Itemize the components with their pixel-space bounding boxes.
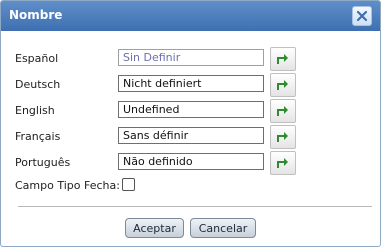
- input-english[interactable]: [118, 101, 264, 118]
- input-deutsch[interactable]: [118, 75, 264, 92]
- translate-button-deutsch[interactable]: [270, 73, 296, 97]
- translate-button-espanol[interactable]: [270, 47, 296, 71]
- input-portugues[interactable]: [118, 153, 264, 170]
- dialog-titlebar[interactable]: Nombre: [1, 1, 380, 31]
- label-portugues: Português: [15, 156, 71, 169]
- name-dialog: Nombre Español Deutsch English Français: [0, 0, 381, 247]
- translate-button-portugues[interactable]: [270, 151, 296, 175]
- translate-arrow-icon: [277, 54, 288, 64]
- cancel-button[interactable]: Cancelar: [190, 218, 256, 238]
- date-field-checkbox[interactable]: [122, 178, 135, 191]
- close-icon: [356, 10, 368, 22]
- translate-button-english[interactable]: [270, 99, 296, 123]
- label-francais: Français: [15, 130, 61, 143]
- accept-button[interactable]: Aceptar: [125, 218, 184, 238]
- date-field-label: Campo Tipo Fecha:: [15, 179, 120, 192]
- label-deutsch: Deutsch: [15, 78, 61, 91]
- label-english: English: [15, 104, 55, 117]
- input-espanol[interactable]: [118, 49, 264, 66]
- translate-button-francais[interactable]: [270, 125, 296, 149]
- close-button[interactable]: [352, 6, 372, 26]
- translate-arrow-icon: [277, 106, 288, 116]
- translate-arrow-icon: [277, 158, 288, 168]
- translate-arrow-icon: [277, 132, 288, 142]
- divider: [18, 206, 372, 207]
- dialog-title: Nombre: [9, 8, 63, 22]
- translate-arrow-icon: [277, 80, 288, 90]
- input-francais[interactable]: [118, 127, 264, 144]
- label-espanol: Español: [15, 52, 59, 65]
